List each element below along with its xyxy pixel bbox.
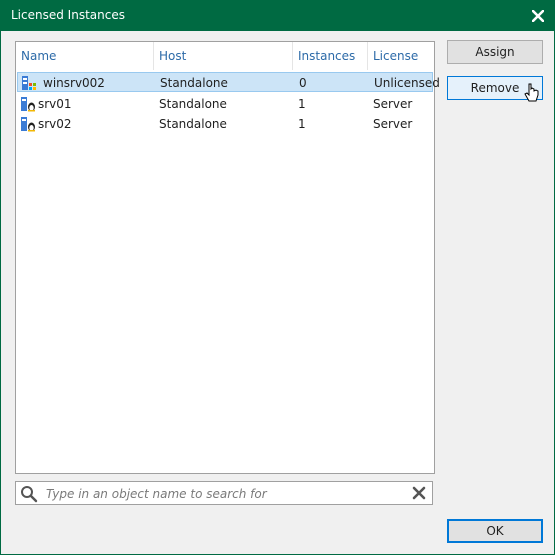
row-license: Server (373, 117, 413, 131)
search-input[interactable] (44, 484, 408, 504)
window-title: Licensed Instances (11, 8, 125, 22)
row-host: Standalone (159, 117, 227, 131)
linux-server-icon (21, 117, 35, 132)
table-row[interactable]: srv02 Standalone 1 Server (17, 114, 433, 134)
title-bar: Licensed Instances (1, 1, 554, 31)
table-row[interactable]: srv01 Standalone 1 Server (17, 94, 433, 114)
list-header: Name Host Instances License (16, 42, 434, 70)
row-instances: 1 (298, 97, 306, 111)
assign-button[interactable]: Assign (447, 40, 543, 64)
close-icon (532, 10, 544, 22)
row-name: srv02 (38, 117, 72, 131)
column-header-host[interactable]: Host (154, 42, 293, 70)
search-box (15, 481, 433, 505)
row-license: Unlicensed (374, 76, 440, 90)
close-button[interactable] (528, 6, 548, 26)
table-row[interactable]: winsrv002 Standalone 0 Unlicensed (17, 72, 440, 92)
row-host: Standalone (160, 76, 228, 90)
remove-button[interactable]: Remove (447, 76, 543, 100)
column-header-license[interactable]: License (368, 42, 434, 70)
row-instances: 1 (298, 117, 306, 131)
row-host: Standalone (159, 97, 227, 111)
instances-list[interactable]: Name Host Instances License winsrv002 St… (15, 41, 440, 474)
row-name: winsrv002 (43, 76, 105, 90)
linux-server-icon (21, 97, 35, 112)
row-name: srv01 (38, 97, 72, 111)
licensed-instances-dialog: Licensed Instances Name Host Instances L… (0, 0, 555, 555)
ok-button[interactable]: OK (447, 519, 543, 543)
row-instances: 0 (299, 76, 307, 90)
row-license: Server (373, 97, 413, 111)
clear-search-icon[interactable] (412, 486, 426, 500)
search-icon (21, 486, 38, 503)
windows-server-icon (22, 76, 36, 90)
column-header-name[interactable]: Name (16, 42, 154, 70)
column-header-instances[interactable]: Instances (293, 42, 368, 70)
